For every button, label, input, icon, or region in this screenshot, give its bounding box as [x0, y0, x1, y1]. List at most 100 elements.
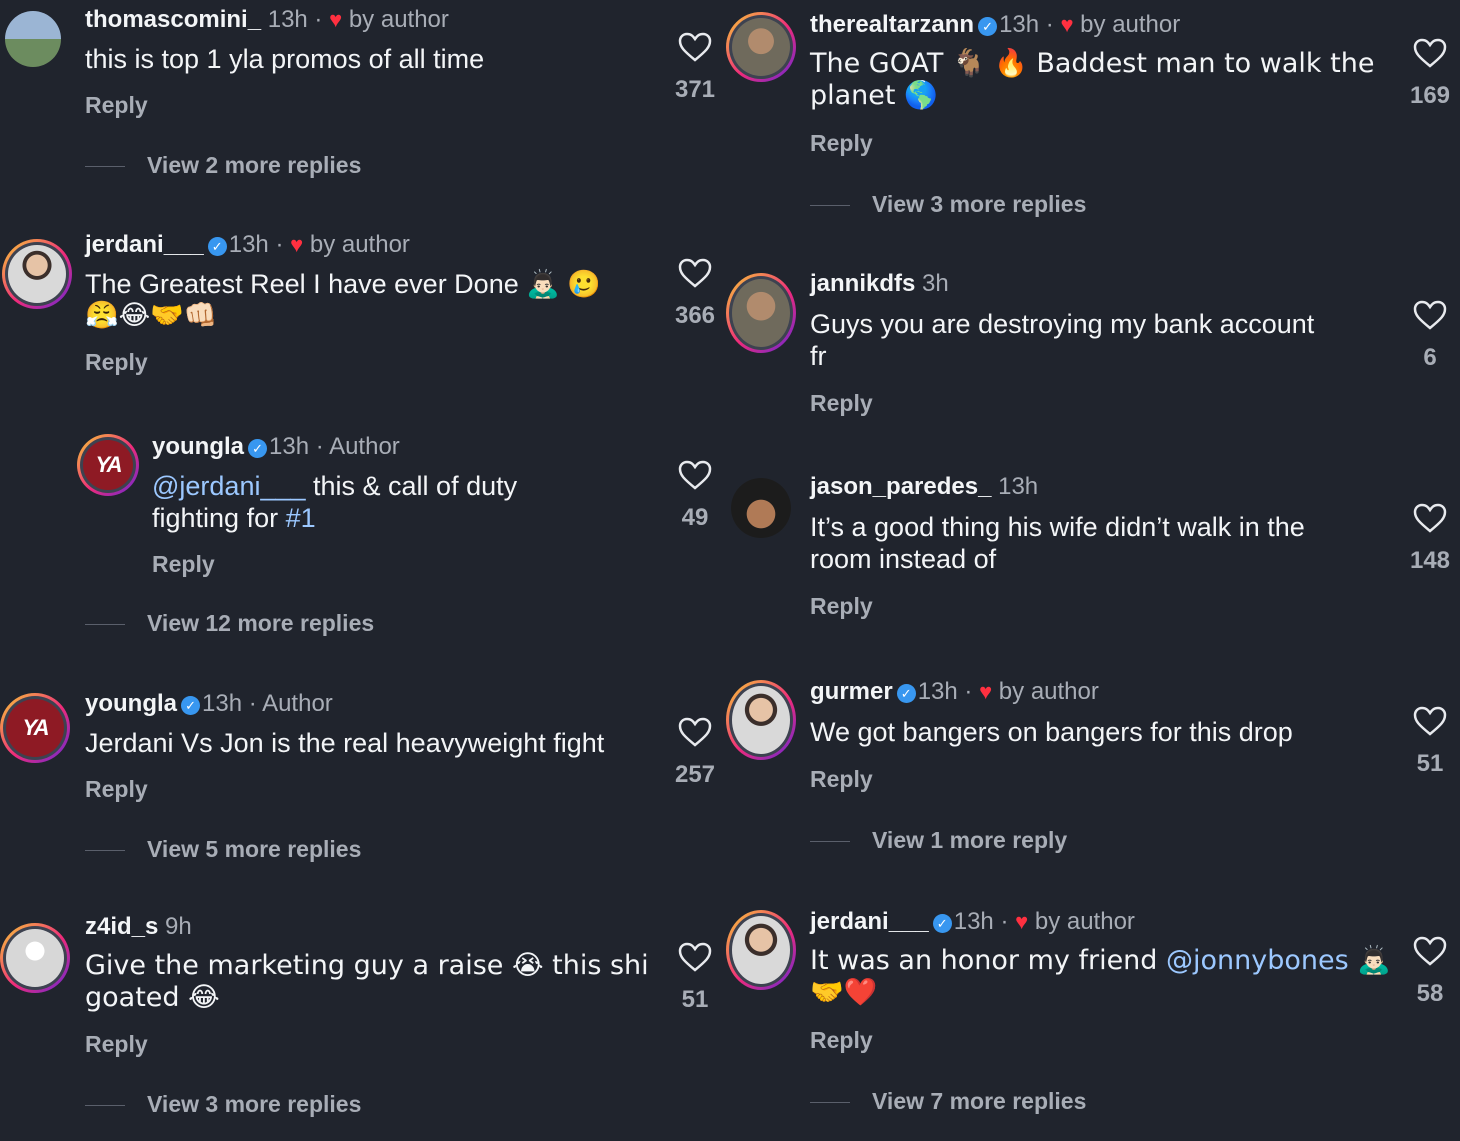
timestamp: 13h ·	[917, 678, 980, 705]
reply-button[interactable]: Reply	[85, 776, 148, 803]
by-author-label: by author	[348, 6, 449, 33]
like-button[interactable]: 148	[1405, 503, 1455, 575]
like-button[interactable]: 58	[1405, 936, 1455, 1008]
view-more-replies-button[interactable]: View 12 more replies	[85, 610, 374, 637]
like-button[interactable]: 257	[670, 717, 720, 789]
view-more-replies-button[interactable]: View 3 more replies	[810, 191, 1086, 218]
heart-outline-icon	[1413, 503, 1447, 533]
verified-badge-icon: ✓	[207, 237, 227, 256]
reply-button[interactable]: Reply	[85, 92, 148, 119]
view-more-replies-button[interactable]: View 3 more replies	[85, 1091, 361, 1118]
mention-link[interactable]: @jerdani___	[152, 471, 306, 501]
like-count: 58	[1416, 980, 1444, 1007]
reply-button[interactable]: Reply	[85, 1031, 148, 1058]
comment-text: The Greatest Reel I have ever Done 🙇🏻‍♂️…	[85, 269, 601, 299]
comment-text-line2: fr	[810, 341, 827, 371]
like-count: 366	[674, 302, 716, 329]
reply-button[interactable]: Reply	[810, 766, 873, 793]
view-more-replies-button[interactable]: View 2 more replies	[85, 152, 361, 179]
timestamp: 13h ·	[999, 11, 1061, 38]
author-label: Author	[329, 433, 400, 460]
avatar[interactable]	[726, 12, 796, 82]
view-more-replies-button[interactable]: View 1 more reply	[810, 827, 1067, 854]
like-button[interactable]: 6	[1405, 300, 1455, 372]
hashtag-link[interactable]: #1	[286, 503, 316, 533]
heart-filled-icon: ♥	[1015, 909, 1029, 934]
like-count: 169	[1409, 82, 1451, 109]
comments-column-left: thomascomini_ 13h · ♥ by author this is …	[0, 0, 730, 1141]
username[interactable]: youngla	[85, 690, 177, 717]
username[interactable]: youngla	[152, 433, 244, 460]
username[interactable]: jerdani___	[85, 231, 204, 258]
like-button[interactable]: 51	[670, 942, 720, 1014]
reply-button[interactable]: Reply	[810, 390, 873, 417]
comment-meta: jerdani___ ✓ 13h · ♥ by author	[85, 231, 410, 259]
reply-button[interactable]: Reply	[810, 593, 873, 620]
verified-badge-icon: ✓	[248, 439, 268, 458]
heart-outline-icon	[1413, 936, 1447, 966]
avatar[interactable]	[728, 475, 794, 541]
author-label: Author	[262, 690, 333, 717]
heart-filled-icon: ♥	[290, 232, 304, 257]
by-author-label: by author	[309, 231, 410, 258]
heart-filled-icon: ♥	[979, 679, 993, 704]
username[interactable]: jannikdfs	[810, 270, 915, 297]
comment-meta: z4id_s 9h	[85, 913, 192, 941]
heart-outline-icon	[678, 32, 712, 62]
comment-text-line2: planet 🌎	[810, 80, 938, 111]
username[interactable]: thomascomini_	[85, 6, 261, 33]
comment-text: It’s a good thing his wife didn’t walk i…	[810, 512, 1305, 542]
username[interactable]: jerdani___	[810, 908, 929, 935]
like-count: 51	[1416, 750, 1444, 777]
comment-text: Guys you are destroying my bank account	[810, 309, 1315, 339]
like-count: 371	[674, 76, 716, 103]
comment-meta: jannikdfs 3h	[810, 270, 949, 298]
comment-text: @jerdani___ this & call of duty	[152, 471, 518, 501]
comment-meta: gurmer ✓ 13h · ♥ by author	[810, 678, 1099, 706]
avatar[interactable]	[0, 923, 70, 993]
by-author-label: by author	[1034, 908, 1135, 935]
username[interactable]: jason_paredes_	[810, 473, 991, 500]
avatar[interactable]: YA	[77, 434, 139, 496]
comment-text: Give the marketing guy a raise 😭 this sh…	[85, 950, 649, 981]
avatar[interactable]	[2, 8, 64, 70]
like-button[interactable]: 169	[1405, 38, 1455, 110]
avatar[interactable]	[726, 680, 796, 760]
avatar[interactable]	[726, 273, 796, 353]
mention-link[interactable]: @jonnybones	[1166, 945, 1349, 976]
comment-text: We got bangers on bangers for this drop	[810, 717, 1293, 747]
like-count: 6	[1423, 344, 1437, 371]
view-more-replies-button[interactable]: View 7 more replies	[810, 1088, 1086, 1115]
comment-meta: thomascomini_ 13h · ♥ by author	[85, 6, 449, 34]
avatar[interactable]	[2, 239, 72, 309]
reply-button[interactable]: Reply	[85, 349, 148, 376]
timestamp: 13h ·	[953, 908, 1016, 935]
verified-badge-icon: ✓	[932, 914, 952, 933]
username[interactable]: gurmer	[810, 678, 893, 705]
comment-text-line2: fighting for #1	[152, 503, 316, 533]
timestamp: 9h	[165, 913, 192, 940]
heart-outline-icon	[678, 717, 712, 747]
comment-meta: jerdani___ ✓ 13h · ♥ by author	[810, 908, 1135, 936]
comment-text: this is top 1 yla promos of all time	[85, 44, 485, 74]
comment-text-line2: 😤😂🤝👊🏻	[85, 300, 218, 331]
timestamp: 3h	[922, 270, 949, 297]
reply-button[interactable]: Reply	[810, 1027, 873, 1054]
by-author-label: by author	[998, 678, 1099, 705]
username[interactable]: z4id_s	[85, 913, 158, 940]
comment-text-line2: room instead of	[810, 544, 997, 574]
like-button[interactable]: 371	[670, 32, 720, 104]
avatar[interactable]	[726, 910, 796, 990]
heart-outline-icon	[678, 460, 712, 490]
view-more-replies-button[interactable]: View 5 more replies	[85, 836, 361, 863]
username[interactable]: therealtarzann	[810, 11, 974, 38]
like-button[interactable]: 49	[670, 460, 720, 532]
timestamp: 13h	[998, 473, 1039, 500]
like-button[interactable]: 366	[670, 258, 720, 330]
like-button[interactable]: 51	[1405, 706, 1455, 778]
heart-outline-icon	[1413, 300, 1447, 330]
verified-badge-icon: ✓	[181, 696, 201, 715]
reply-button[interactable]: Reply	[152, 551, 215, 578]
reply-button[interactable]: Reply	[810, 130, 873, 157]
avatar[interactable]: YA	[0, 693, 70, 763]
